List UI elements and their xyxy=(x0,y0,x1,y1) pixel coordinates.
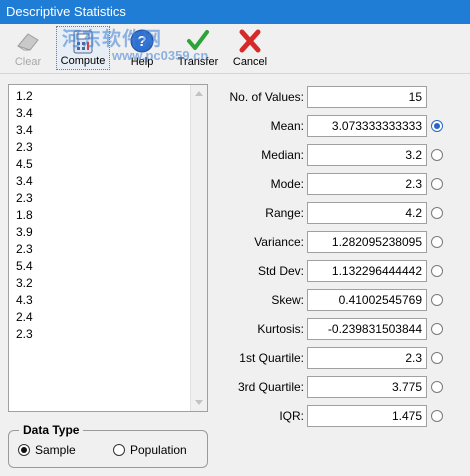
stat-label: Mean: xyxy=(270,119,304,133)
clear-button[interactable]: Clear xyxy=(6,26,50,70)
stat-label: 1st Quartile: xyxy=(239,351,304,365)
data-input-list[interactable]: 1.2 3.4 3.4 2.3 4.5 3.4 2.3 1.8 3.9 2.3 5.4 3.2 4.3 2… xyxy=(8,84,208,412)
window-title-bar: Descriptive Statistics xyxy=(0,0,470,24)
stat-value-field[interactable]: 15 xyxy=(307,86,427,108)
eraser-icon xyxy=(17,33,39,51)
stat-label: Kurtosis: xyxy=(257,322,304,336)
stat-value-field[interactable]: 2.3 xyxy=(307,347,427,369)
stat-label: No. of Values: xyxy=(229,90,304,104)
stat-label: Range: xyxy=(265,206,304,220)
stat-select-radio[interactable] xyxy=(431,265,443,277)
sample-radio[interactable] xyxy=(18,444,30,456)
stat-value-field[interactable]: 1.282095238095 xyxy=(307,231,427,253)
stat-select-radio[interactable] xyxy=(431,149,443,161)
clear-label: Clear xyxy=(14,56,42,68)
transfer-label: Transfer xyxy=(177,56,219,68)
stat-select-radio[interactable] xyxy=(431,352,443,364)
stat-label: Variance: xyxy=(254,235,304,249)
list-item: 3.4 xyxy=(16,106,33,120)
list-item: 1.8 xyxy=(16,208,33,222)
list-item: 3.9 xyxy=(16,225,33,239)
stat-value-field[interactable]: 1.475 xyxy=(307,405,427,427)
list-item: 2.3 xyxy=(16,327,33,341)
list-item: 3.2 xyxy=(16,276,33,290)
list-item: 4.5 xyxy=(16,157,33,171)
help-label: Help xyxy=(130,56,154,68)
stat-select-radio[interactable] xyxy=(431,236,443,248)
list-item: 3.4 xyxy=(16,123,33,137)
sample-label[interactable]: Sample xyxy=(35,443,76,457)
stat-select-radio[interactable] xyxy=(431,323,443,335)
list-item: 2.3 xyxy=(16,140,33,154)
stat-value-field[interactable]: 0.41002545769 xyxy=(307,289,427,311)
stat-select-radio[interactable] xyxy=(431,178,443,190)
list-item: 3.4 xyxy=(16,174,33,188)
stat-label: IQR: xyxy=(279,409,304,423)
stat-value-field[interactable]: -0.239831503844 xyxy=(307,318,427,340)
stat-value-field[interactable]: 3.2 xyxy=(307,144,427,166)
stat-value-field[interactable]: 4.2 xyxy=(307,202,427,224)
compute-label: Compute xyxy=(60,55,106,67)
stat-value-field[interactable]: 3.073333333333 xyxy=(307,115,427,137)
transfer-button[interactable]: Transfer xyxy=(174,26,222,70)
population-radio[interactable] xyxy=(113,444,125,456)
list-item: 4.3 xyxy=(16,293,33,307)
stat-label: Std Dev: xyxy=(257,264,304,278)
stat-label: Skew: xyxy=(271,293,304,307)
stat-value-field[interactable]: 3.775 xyxy=(307,376,427,398)
stat-select-radio[interactable] xyxy=(431,381,443,393)
list-item: 5.4 xyxy=(16,259,33,273)
data-type-group: Data Type Sample Population xyxy=(8,423,208,468)
compute-button[interactable]: Compute xyxy=(56,26,110,70)
stat-label: Median: xyxy=(261,148,304,162)
list-item: 2.3 xyxy=(16,242,33,256)
stat-label: 3rd Quartile: xyxy=(237,380,304,394)
close-icon xyxy=(239,29,261,53)
population-label[interactable]: Population xyxy=(130,443,187,457)
window-title: Descriptive Statistics xyxy=(6,4,126,19)
stat-select-radio[interactable] xyxy=(431,410,443,422)
svg-text:?: ? xyxy=(137,33,146,50)
toolbar: Clear Compute ? Help Transfer Cancel xyxy=(0,24,470,74)
data-type-legend: Data Type xyxy=(19,423,84,437)
stat-select-radio[interactable] xyxy=(431,120,443,132)
calculator-icon xyxy=(73,30,93,54)
list-item: 2.4 xyxy=(16,310,33,324)
checkmark-icon xyxy=(187,30,209,50)
cancel-label: Cancel xyxy=(232,56,268,68)
stat-value-field[interactable]: 2.3 xyxy=(307,173,427,195)
stat-value-field[interactable]: 1.132296444442 xyxy=(307,260,427,282)
list-item: 2.3 xyxy=(16,191,33,205)
stat-select-radio[interactable] xyxy=(431,294,443,306)
help-icon: ? xyxy=(130,29,154,53)
list-item: 1.2 xyxy=(16,89,33,103)
stat-select-radio[interactable] xyxy=(431,207,443,219)
cancel-button[interactable]: Cancel xyxy=(228,26,272,70)
help-button[interactable]: ? Help xyxy=(120,26,164,70)
stat-label: Mode: xyxy=(270,177,304,191)
